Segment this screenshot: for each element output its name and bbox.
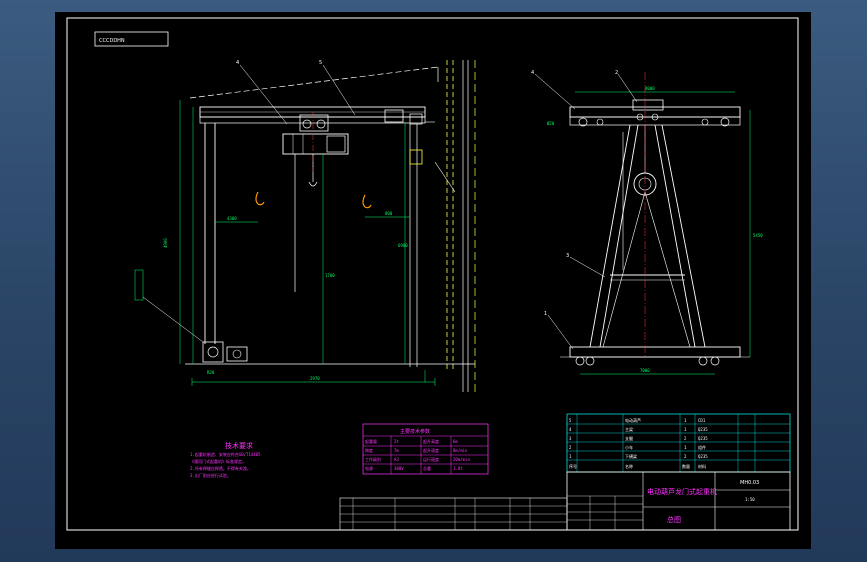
- drawing-frame: [66, 17, 799, 531]
- svg-text:下横梁: 下横梁: [625, 453, 637, 459]
- svg-text:3.出厂前应进行试验。: 3.出厂前应进行试验。: [190, 472, 231, 478]
- revision-table: [339, 497, 568, 531]
- svg-text:6900: 6900: [398, 243, 408, 248]
- svg-text:工作级别: 工作级别: [365, 456, 381, 462]
- svg-text:4300: 4300: [227, 216, 237, 221]
- svg-text:380V: 380V: [394, 466, 404, 471]
- svg-text:总图: 总图: [667, 515, 681, 524]
- svg-text:800: 800: [385, 211, 393, 216]
- svg-text:1: 1: [684, 427, 687, 432]
- svg-text:主梁: 主梁: [625, 426, 633, 432]
- svg-text:电源: 电源: [365, 465, 373, 471]
- svg-text:《通用门式起重机》标准规定。: 《通用门式起重机》标准规定。: [190, 458, 246, 464]
- svg-text:4000: 4000: [645, 86, 655, 91]
- svg-text:7000: 7000: [640, 368, 650, 373]
- svg-text:2: 2: [569, 445, 572, 450]
- svg-text:3: 3: [566, 253, 569, 259]
- svg-text:1.8t: 1.8t: [453, 466, 463, 471]
- svg-text:1700: 1700: [325, 273, 335, 278]
- svg-text:Ø20: Ø20: [547, 121, 555, 126]
- svg-text:4: 4: [236, 60, 239, 66]
- svg-text:1: 1: [684, 418, 687, 423]
- svg-text:4900: 4900: [163, 238, 168, 248]
- svg-text:小车: 小车: [625, 444, 633, 450]
- svg-text:3: 3: [569, 436, 572, 441]
- svg-text:1.起重机制造、安装应符合GB/T14405: 1.起重机制造、安装应符合GB/T14405: [190, 451, 261, 457]
- svg-text:CD1: CD1: [698, 418, 706, 423]
- svg-text:数量: 数量: [682, 463, 690, 469]
- spec-table: 主要技术参数 起重量 2t 起升高度 6m 跨度 7m 起升速度 8m/min …: [362, 423, 489, 475]
- hook-icon: [255, 191, 265, 206]
- drawing-canvas: CCCDDHN 2970 4900 4300 800 1700 6900 R20…: [66, 17, 799, 531]
- svg-text:电动葫芦龙门式起重机: 电动葫芦龙门式起重机: [647, 487, 717, 496]
- svg-text:序号: 序号: [569, 463, 577, 469]
- front-view: 4000 7000 5450 Ø20 4 2 3 1: [531, 70, 763, 375]
- svg-text:跨度: 跨度: [365, 447, 373, 453]
- technical-notes: 技术要求 1.起重机制造、安装应符合GB/T14405 《通用门式起重机》标准规…: [190, 441, 261, 478]
- svg-text:主要技术参数: 主要技术参数: [400, 428, 430, 435]
- svg-text:电动葫芦: 电动葫芦: [625, 417, 641, 423]
- svg-text:支腿: 支腿: [625, 435, 633, 441]
- svg-text:2t: 2t: [394, 439, 399, 444]
- svg-text:2: 2: [684, 436, 687, 441]
- title-block: 电动葫芦龙门式起重机 MH0.03 1:50 总图: [566, 471, 791, 531]
- svg-text:R20: R20: [207, 370, 215, 375]
- svg-text:4: 4: [569, 427, 572, 432]
- hook-icon: [362, 194, 372, 209]
- svg-text:技术要求: 技术要求: [225, 441, 253, 450]
- cad-drawing-viewport[interactable]: CCCDDHN 2970 4900 4300 800 1700 6900 R20…: [55, 12, 811, 549]
- svg-text:6m: 6m: [453, 439, 458, 444]
- svg-text:1: 1: [569, 454, 572, 459]
- svg-text:8m/min: 8m/min: [453, 448, 468, 453]
- svg-text:5: 5: [319, 60, 322, 66]
- svg-text:Q235: Q235: [698, 427, 708, 432]
- svg-text:7m: 7m: [394, 448, 399, 453]
- svg-text:运行速度: 运行速度: [423, 456, 439, 462]
- tag-box-text: CCCDDHN: [99, 38, 125, 44]
- svg-text:起重量: 起重量: [365, 438, 377, 444]
- svg-text:材料: 材料: [698, 463, 706, 469]
- bom-table: 5 电动葫芦 1 CD1 4 主梁 1 Q235 3 支腿 2 Q235 2 小…: [566, 413, 791, 473]
- svg-text:5: 5: [569, 418, 572, 423]
- side-view: 2970 4900 4300 800 1700 6900 R20 4 5: [134, 60, 476, 392]
- svg-text:4: 4: [531, 70, 534, 76]
- svg-text:Q235: Q235: [698, 454, 708, 459]
- svg-text:Q235: Q235: [698, 436, 708, 441]
- svg-text:起升高度: 起升高度: [423, 438, 439, 444]
- svg-text:1: 1: [684, 445, 687, 450]
- svg-text:5450: 5450: [753, 233, 763, 238]
- svg-text:组件: 组件: [698, 444, 706, 450]
- svg-text:2: 2: [615, 70, 618, 76]
- svg-text:1: 1: [544, 311, 547, 317]
- svg-text:A3: A3: [394, 457, 399, 462]
- svg-text:名称: 名称: [625, 463, 633, 469]
- svg-text:总重: 总重: [423, 465, 431, 471]
- svg-text:20m/min: 20m/min: [453, 457, 470, 462]
- svg-text:MH0.03: MH0.03: [740, 480, 759, 486]
- svg-text:起升速度: 起升速度: [423, 447, 439, 453]
- svg-text:2970: 2970: [310, 376, 320, 381]
- svg-text:1:50: 1:50: [745, 497, 755, 502]
- svg-text:2: 2: [684, 454, 687, 459]
- svg-text:2.所有焊缝应焊透，不得有夹渣。: 2.所有焊缝应焊透，不得有夹渣。: [190, 465, 251, 471]
